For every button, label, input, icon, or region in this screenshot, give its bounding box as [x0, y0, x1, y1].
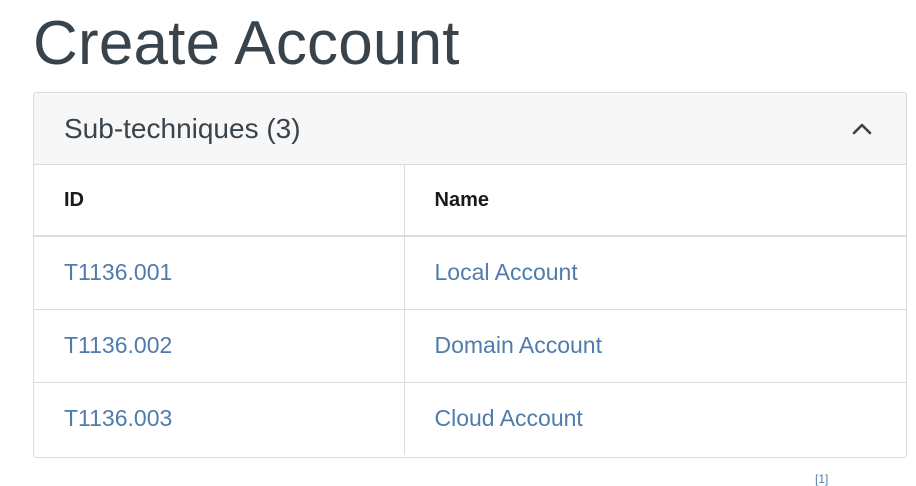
id-cell: T1136.001 — [34, 236, 405, 310]
subtechnique-name-link[interactable]: Cloud Account — [435, 405, 583, 431]
chevron-up-icon[interactable] — [848, 115, 876, 143]
table-row: T1136.002 Domain Account — [34, 309, 906, 383]
subtechnique-id-link[interactable]: T1136.001 — [64, 259, 172, 285]
subtechnique-id-link[interactable]: T1136.002 — [64, 332, 172, 358]
subtechnique-name-link[interactable]: Local Account — [435, 259, 578, 285]
subtechniques-table: ID Name T1136.001 Local Account T1136.00… — [34, 165, 906, 455]
name-cell: Local Account — [404, 236, 906, 310]
subtechniques-card: Sub-techniques (3) ID Name T1136.001 Loc… — [33, 92, 907, 458]
page-title: Create Account — [33, 9, 460, 78]
subtechniques-header-label: Sub-techniques (3) — [64, 112, 301, 144]
id-cell: T1136.002 — [34, 309, 405, 383]
table-header-row: ID Name — [34, 165, 906, 237]
column-header-name: Name — [404, 165, 906, 237]
footnote-reference-link[interactable]: [1] — [815, 472, 828, 486]
subtechnique-id-link[interactable]: T1136.003 — [64, 405, 172, 431]
subtechnique-name-link[interactable]: Domain Account — [435, 332, 602, 358]
table-row: T1136.003 Cloud Account — [34, 382, 906, 455]
column-header-id: ID — [34, 165, 405, 237]
id-cell: T1136.003 — [34, 382, 405, 455]
name-cell: Domain Account — [404, 309, 906, 383]
name-cell: Cloud Account — [404, 382, 906, 455]
table-row: T1136.001 Local Account — [34, 236, 906, 310]
subtechniques-toggle[interactable]: Sub-techniques (3) — [34, 93, 906, 165]
